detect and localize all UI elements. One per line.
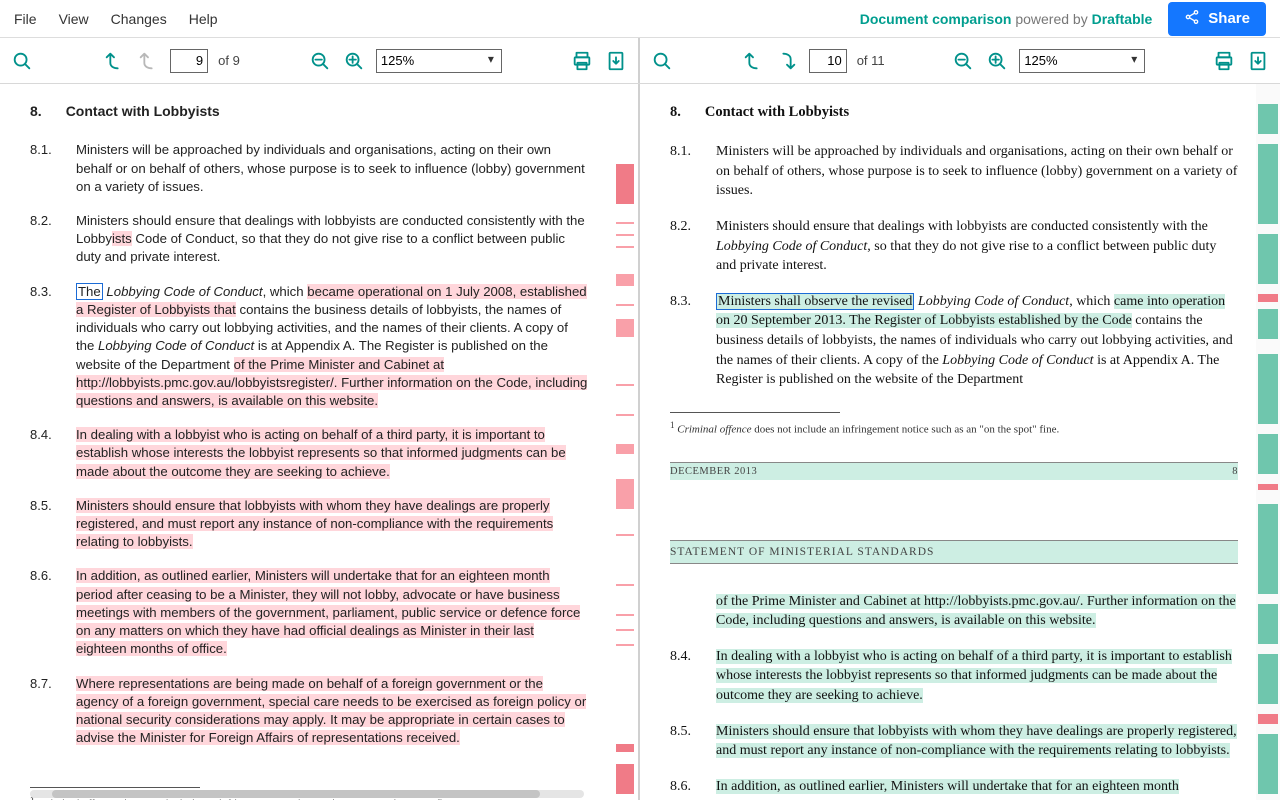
toolbars: of 9 125% of 11 125%	[0, 38, 1280, 84]
clause-body: In addition, as outlined earlier, Minist…	[716, 777, 1238, 797]
download-icon[interactable]	[1246, 49, 1270, 73]
page-total-left: of 9	[218, 53, 240, 68]
right-pane: 8. Contact with Lobbyists 8.1. Ministers…	[640, 84, 1256, 800]
clause-num: 8.7.	[30, 675, 58, 748]
zoom-select-left[interactable]: 125%	[376, 49, 502, 73]
right-doc-scroll[interactable]: 8. Contact with Lobbyists 8.1. Ministers…	[640, 84, 1256, 800]
main-split: 8. Contact with Lobbyists 8.1. Ministers…	[0, 84, 1280, 800]
clause-body: Ministers shall observe the revised Lobb…	[716, 292, 1238, 390]
clause-body: The Lobbying Code of Conduct, which beca…	[76, 283, 588, 411]
left-toolbar: of 9 125%	[0, 38, 640, 83]
selected-change[interactable]: Ministers shall observe the revised	[716, 293, 914, 310]
menu-file[interactable]: File	[14, 11, 37, 27]
prev-change-icon[interactable]	[741, 49, 765, 73]
brand-draftable[interactable]: Draftable	[1092, 11, 1153, 27]
brand-dc: Document comparison	[860, 11, 1012, 27]
menu-view[interactable]: View	[59, 11, 89, 27]
download-icon[interactable]	[604, 49, 628, 73]
clause-body: In dealing with a lobbyist who is acting…	[76, 426, 588, 481]
clause-num: 8.3.	[30, 283, 58, 411]
sec-num: 8.	[30, 102, 42, 121]
search-icon[interactable]	[650, 49, 674, 73]
clause-num: 8.2.	[670, 217, 698, 276]
footnote-rule	[30, 787, 200, 788]
prev-change-icon[interactable]	[102, 49, 126, 73]
page-footer: DECEMBER 2013 8	[670, 462, 1238, 480]
powered-by: Document comparison powered by Draftable	[860, 11, 1153, 27]
zoom-in-icon[interactable]	[342, 49, 366, 73]
clause-num: 8.1.	[30, 141, 58, 196]
clause-num: 8.5.	[30, 497, 58, 552]
footnote-rule	[670, 412, 840, 413]
clause-num: 8.2.	[30, 212, 58, 267]
clause-body: Ministers will be approached by individu…	[716, 142, 1238, 201]
zoom-in-icon[interactable]	[985, 49, 1009, 73]
clause-body: Ministers will be approached by individu…	[76, 141, 588, 196]
overview-strip[interactable]	[1256, 84, 1280, 800]
left-doc-scroll[interactable]: 8. Contact with Lobbyists 8.1. Ministers…	[0, 84, 614, 800]
left-pane: 8. Contact with Lobbyists 8.1. Ministers…	[0, 84, 640, 800]
menu-changes[interactable]: Changes	[111, 11, 167, 27]
clause-num: 8.4.	[30, 426, 58, 481]
clause-body: Ministers should ensure that lobbyists w…	[76, 497, 588, 552]
share-icon	[1184, 9, 1200, 29]
footnote: 1 Criminal offence does not include an i…	[670, 419, 1238, 438]
zoom-out-icon[interactable]	[951, 49, 975, 73]
menu-bar: File View Changes Help Document comparis…	[0, 0, 1280, 38]
zoom-out-icon[interactable]	[308, 49, 332, 73]
section-header: STATEMENT OF MINISTERIAL STANDARDS	[670, 540, 1238, 564]
footer-page: 8	[1232, 465, 1238, 480]
page-input-right[interactable]	[809, 49, 847, 73]
clause-body: Ministers should ensure that dealings wi…	[76, 212, 588, 267]
print-icon[interactable]	[1212, 49, 1236, 73]
page-input-left[interactable]	[170, 49, 208, 73]
brand-pb: powered by	[1011, 11, 1091, 27]
print-icon[interactable]	[570, 49, 594, 73]
clause-body: of the Prime Minister and Cabinet at htt…	[716, 592, 1238, 631]
selected-change[interactable]: The	[76, 283, 103, 300]
clause-num: 8.3.	[670, 292, 698, 390]
search-icon[interactable]	[10, 49, 34, 73]
clause-body: In dealing with a lobbyist who is acting…	[716, 647, 1238, 706]
clause-body: Where representations are being made on …	[76, 675, 588, 748]
sec-title: Contact with Lobbyists	[705, 102, 849, 122]
clause-body: Ministers should ensure that lobbyists w…	[716, 722, 1238, 761]
zoom-select-right[interactable]: 125%	[1019, 49, 1145, 73]
clause-num	[670, 592, 698, 631]
next-change-icon[interactable]	[136, 49, 160, 73]
right-toolbar: of 11 125%	[640, 38, 1280, 83]
footer-date: DECEMBER 2013	[670, 465, 757, 480]
share-button[interactable]: Share	[1168, 2, 1266, 36]
clause-num: 8.6.	[670, 777, 698, 797]
clause-body: In addition, as outlined earlier, Minist…	[76, 567, 588, 658]
clause-num: 8.4.	[670, 647, 698, 706]
clause-num: 8.5.	[670, 722, 698, 761]
sec-title: Contact with Lobbyists	[66, 102, 220, 121]
clause-body: Ministers should ensure that dealings wi…	[716, 217, 1238, 276]
menu-items: File View Changes Help	[14, 11, 218, 27]
left-change-strip[interactable]	[616, 84, 634, 800]
clause-num: 8.6.	[30, 567, 58, 658]
page-total-right: of 11	[857, 53, 885, 68]
menu-help[interactable]: Help	[189, 11, 218, 27]
clause-num: 8.1.	[670, 142, 698, 201]
share-label: Share	[1208, 10, 1250, 27]
sec-num: 8.	[670, 102, 681, 122]
hscrollbar[interactable]	[30, 790, 584, 798]
next-change-icon[interactable]	[775, 49, 799, 73]
